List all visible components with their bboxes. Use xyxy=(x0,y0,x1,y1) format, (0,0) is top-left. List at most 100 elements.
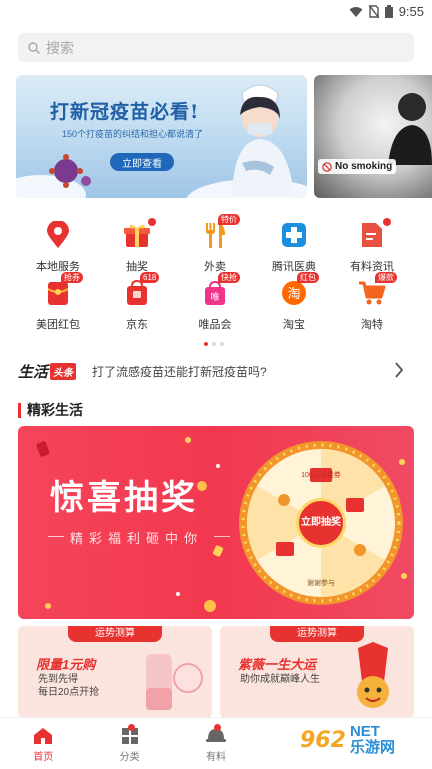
news-headline-text: 打了流感疫苗还能打新冠疫苗吗? xyxy=(92,364,267,379)
grid-item-lottery[interactable]: 抽奖 xyxy=(95,218,179,280)
grid-item-taobao[interactable]: 淘 红包 淘宝 xyxy=(252,272,336,338)
card-header: 运势测算 xyxy=(68,626,162,642)
status-bar: 9:55 xyxy=(0,0,432,24)
card-title: 紫薇一生大运 xyxy=(238,657,317,672)
search-placeholder: 搜索 xyxy=(46,39,74,56)
vip-bag-icon: 唯 快抢 xyxy=(200,272,240,308)
no-smoking-label: No smoking xyxy=(335,161,393,172)
watermark-logo: 962 xyxy=(300,727,346,753)
banner-title: 打新冠疫苗必看! xyxy=(50,101,200,123)
promo-divider xyxy=(214,536,230,537)
fortune-card-destiny[interactable]: 运势测算 紫薇一生大运 助你成就巅峰人生 xyxy=(220,626,414,718)
notification-dot xyxy=(127,724,135,731)
card-line-1: 先到先得 xyxy=(38,674,78,685)
grid-page-dot xyxy=(212,342,216,346)
notification-dot xyxy=(383,218,391,226)
card-line-2: 每日20点开抢 xyxy=(38,687,100,698)
watermark-site-bottom: 乐游网 xyxy=(349,739,395,756)
lottery-promo-banner[interactable]: 惊喜抽奖 精彩福利砸中你 100元话费券 立即抽奖 谢谢参与 xyxy=(18,426,414,619)
nurse-illustration-icon xyxy=(232,84,294,195)
spin-button[interactable]: 立即抽奖 xyxy=(296,498,346,548)
battery-icon xyxy=(384,5,393,18)
portable-blender-icon xyxy=(146,654,203,710)
svg-text:唯: 唯 xyxy=(210,292,219,303)
grid-item-vip[interactable]: 唯 快抢 唯品会 xyxy=(173,272,257,338)
grid-pagination xyxy=(204,342,224,346)
badge: 快抢 xyxy=(218,272,240,283)
status-icons: 9:55 xyxy=(349,4,424,19)
search-icon xyxy=(28,41,40,54)
news-brand: 生活 xyxy=(18,363,49,381)
tab-youliao[interactable]: 有料 xyxy=(173,718,259,769)
fortune-deity-icon xyxy=(357,642,389,708)
no-smoking-banner[interactable]: No smoking xyxy=(314,75,432,198)
badge: 抢券 xyxy=(61,272,83,283)
news-headline-bar[interactable]: 生活 头条 打了流感疫苗还能打新冠疫苗吗? xyxy=(18,357,414,385)
card-title: 限量1元购 xyxy=(36,657,96,672)
cart-icon: 爆款 xyxy=(357,272,397,308)
tab-label: 分类 xyxy=(119,752,140,763)
news-doc-icon xyxy=(357,218,391,250)
red-packet-icon: 抢券 xyxy=(43,272,83,308)
wheel-bottom-prize: 谢谢参与 xyxy=(307,580,335,587)
news-tag: 头条 xyxy=(50,362,77,380)
medical-cross-icon xyxy=(279,220,309,250)
grid-item-label: 淘宝 xyxy=(283,319,305,331)
grid-item-taote[interactable]: 爆款 淘特 xyxy=(330,272,414,338)
home-icon xyxy=(34,728,53,744)
grid-item-takeout[interactable]: 特价 外卖 xyxy=(173,214,257,280)
tab-label: 首页 xyxy=(33,752,54,763)
tab-category[interactable]: 分类 xyxy=(86,718,172,769)
promo-subtitle: 精彩福利砸中你 xyxy=(70,531,204,546)
card-line: 先到先得 每日20点开抢 xyxy=(38,673,99,699)
card-line: 助你成就巅峰人生 xyxy=(240,673,320,686)
tab-label: 有料 xyxy=(206,752,227,763)
status-time: 9:55 xyxy=(398,4,424,19)
watermark-site-top: NET xyxy=(349,723,380,740)
taobao-icon: 淘 红包 xyxy=(279,272,319,308)
wheel-top-prize: 100元话费券 xyxy=(301,472,341,479)
banner-cta-button[interactable]: 立即查看 xyxy=(110,153,174,171)
watermark-site: NET 乐游网 xyxy=(350,724,395,756)
grid-item-label: 唯品会 xyxy=(198,319,232,331)
badge: 爆款 xyxy=(375,272,397,283)
no-smoking-sign: No smoking xyxy=(318,159,397,174)
chevron-right-icon xyxy=(395,362,404,378)
grid-item-local-service[interactable]: 本地服务 xyxy=(16,220,100,280)
wifi-icon xyxy=(349,6,363,17)
promo-divider xyxy=(48,536,64,537)
fortune-card-deal[interactable]: 运势测算 限量1元购 先到先得 每日20点开抢 xyxy=(18,626,212,718)
location-pin-icon xyxy=(43,220,73,250)
grid-item-jd[interactable]: 618 京东 xyxy=(95,272,179,338)
grid-item-medical[interactable]: 腾讯医典 xyxy=(252,220,336,280)
section-title: 精彩生活 xyxy=(27,402,83,418)
promo-title: 惊喜抽奖 xyxy=(50,478,198,518)
grid-item-label: 淘特 xyxy=(361,319,383,331)
notification-dot xyxy=(148,218,156,226)
badge: 618 xyxy=(140,272,160,283)
section-header: 精彩生活 xyxy=(18,400,83,420)
tab-home[interactable]: 首页 xyxy=(0,718,86,769)
banner-subtitle: 150个打疫苗的纠结和担心都说清了 xyxy=(62,129,204,139)
badge: 特价 xyxy=(218,214,240,225)
site-watermark: 962 NET 乐游网 xyxy=(300,718,426,762)
badge: 红包 xyxy=(297,272,319,283)
grid-page-dot xyxy=(204,342,208,346)
card-header: 运势测算 xyxy=(270,626,364,642)
card-line-1: 助你成就巅峰人生 xyxy=(240,674,320,685)
grid-item-meituan-redpacket[interactable]: 抢券 美团红包 xyxy=(16,272,100,338)
svg-text:淘: 淘 xyxy=(287,287,300,302)
jd-bag-icon: 618 xyxy=(122,272,160,308)
prize-wheel[interactable]: 100元话费券 立即抽奖 谢谢参与 xyxy=(236,438,406,608)
vaccine-banner[interactable]: 打新冠疫苗必看! 150个打疫苗的纠结和担心都说清了 立即查看 xyxy=(16,75,307,198)
search-input[interactable]: 搜索 xyxy=(18,33,414,62)
section-accent-bar xyxy=(18,402,21,418)
person-silhouette-icon xyxy=(388,93,432,165)
grid-item-label: 京东 xyxy=(126,319,148,331)
gift-icon xyxy=(122,218,156,250)
fork-knife-icon: 特价 xyxy=(200,214,240,250)
no-smoking-icon xyxy=(322,161,332,172)
grid-item-label: 美团红包 xyxy=(36,319,80,331)
grid-item-news[interactable]: 有料资讯 xyxy=(330,218,414,280)
grid-page-dot xyxy=(220,342,224,346)
